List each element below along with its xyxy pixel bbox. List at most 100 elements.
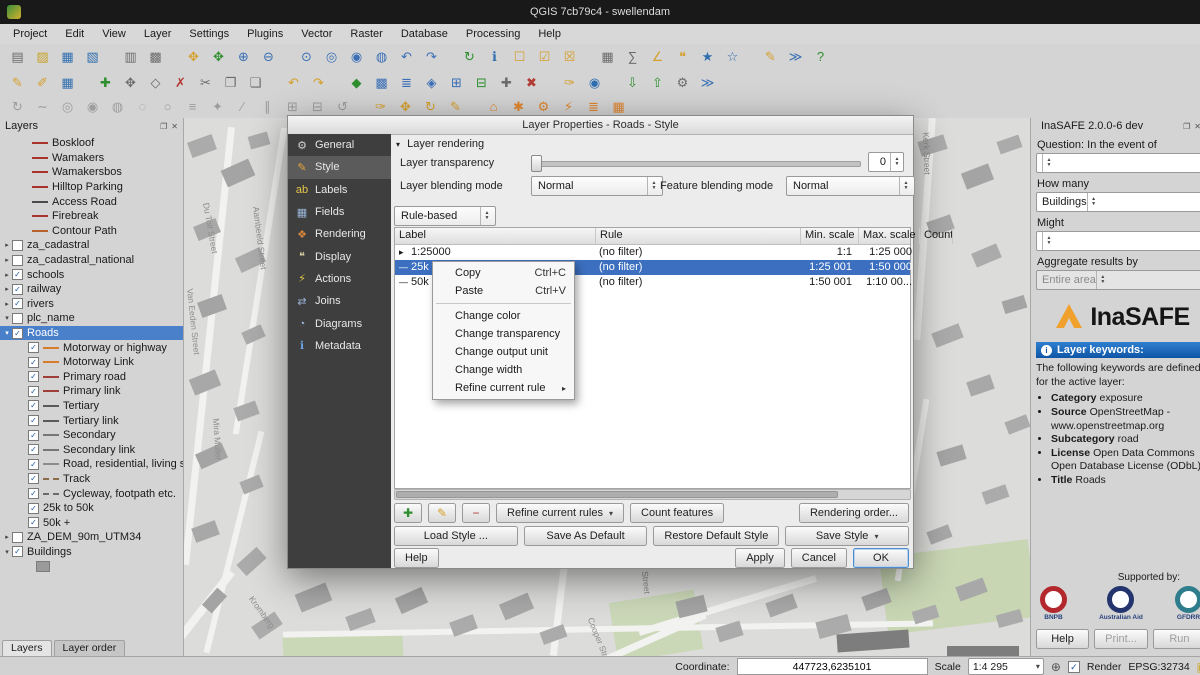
merge-features-icon[interactable]: ⊞: [280, 97, 305, 117]
plugin-manager-icon[interactable]: ⚙: [670, 73, 695, 93]
toggle-editing-icon[interactable]: ✐: [30, 73, 55, 93]
expander-icon[interactable]: ▾: [2, 314, 12, 322]
refine-rules-button[interactable]: Refine current rules: [496, 503, 624, 523]
pan-to-selection-icon[interactable]: ✥: [206, 47, 231, 67]
combo-arrows-icon[interactable]: [1042, 154, 1055, 172]
layer-item[interactable]: ✓ 50k +: [0, 515, 183, 530]
layer-item[interactable]: Boskloof: [0, 136, 183, 151]
menu-item-paste[interactable]: Paste Ctrl+V: [433, 282, 574, 300]
layer-crs-icon[interactable]: ◉: [582, 73, 607, 93]
deselect-all-icon[interactable]: ☒: [557, 47, 582, 67]
layer-checkbox[interactable]: ✓: [28, 400, 39, 411]
new-bookmark-icon[interactable]: ★: [695, 47, 720, 67]
layer-checkbox[interactable]: ✓: [12, 328, 23, 339]
inasafe-impact-icon[interactable]: ⚡: [556, 97, 581, 117]
menu-item-copy[interactable]: Copy Ctrl+C: [433, 264, 574, 282]
reshape-features-icon[interactable]: ✦: [205, 97, 230, 117]
layer-item[interactable]: ✓ Secondary: [0, 428, 183, 443]
layer-item[interactable]: ▾ ✓ Roads: [0, 326, 183, 341]
expander-icon[interactable]: ▾: [2, 329, 12, 337]
layer-checkbox[interactable]: ✓: [28, 459, 39, 470]
add-delimited-text-layer-icon[interactable]: ⊟: [469, 73, 494, 93]
new-project-icon[interactable]: ▤: [5, 47, 30, 67]
layer-checkbox[interactable]: ✓: [28, 503, 39, 514]
coordinate-input[interactable]: [737, 658, 928, 675]
messages-icon[interactable]: ▣: [1197, 660, 1200, 674]
panel-float-icon[interactable]: ❐: [1183, 122, 1190, 131]
pan-map-icon[interactable]: ✥: [181, 47, 206, 67]
label-rotate-icon[interactable]: ↻: [418, 97, 443, 117]
delete-ring-icon[interactable]: ◌: [130, 97, 155, 117]
layer-checkbox[interactable]: ✓: [28, 357, 39, 368]
render-checkbox[interactable]: ✓: [1068, 661, 1080, 673]
save-project-icon[interactable]: ▦: [55, 47, 80, 67]
save-as-default-button[interactable]: Save As Default: [524, 526, 648, 546]
add-raster-layer-icon[interactable]: ▩: [369, 73, 394, 93]
cancel-button[interactable]: Cancel: [791, 548, 847, 568]
fill-ring-icon[interactable]: ◍: [105, 97, 130, 117]
layer-item[interactable]: ✓ Primary link: [0, 384, 183, 399]
panel-tab[interactable]: Layer order: [54, 640, 126, 656]
measure-line-icon[interactable]: ∠: [645, 47, 670, 67]
menu-item[interactable]: Layer: [135, 26, 181, 42]
menu-item-change-output-unit[interactable]: Change output unit: [433, 343, 574, 361]
properties-tab[interactable]: ✎ Style: [288, 156, 391, 178]
layer-item[interactable]: ▸ ✓ rivers: [0, 297, 183, 312]
layer-checkbox[interactable]: ✓: [28, 430, 39, 441]
properties-tab[interactable]: ab Labels: [288, 179, 391, 201]
layer-item[interactable]: [0, 559, 183, 574]
layer-checkbox[interactable]: ✓: [28, 371, 39, 382]
save-project-as-icon[interactable]: ▧: [80, 47, 105, 67]
layer-item[interactable]: ▸ ZA_DEM_90m_UTM34: [0, 530, 183, 545]
zoom-to-selection-icon[interactable]: ◉: [344, 47, 369, 67]
layer-item[interactable]: ✓ Tertiary link: [0, 413, 183, 428]
properties-tab[interactable]: ▦ Fields: [288, 201, 391, 223]
panel-close-icon[interactable]: ✕: [1194, 122, 1200, 131]
inasafe-options-icon[interactable]: ⚙: [531, 97, 556, 117]
properties-tab[interactable]: ⚡ Actions: [288, 268, 391, 290]
layer-item[interactable]: ✓ Tertiary: [0, 399, 183, 414]
save-style-button[interactable]: Save Style: [785, 526, 909, 546]
layer-item[interactable]: Firebreak: [0, 209, 183, 224]
add-feature-icon[interactable]: ✚: [93, 73, 118, 93]
combo-arrows-icon[interactable]: [1087, 193, 1100, 211]
remove-layer-icon[interactable]: ✖: [519, 73, 544, 93]
expander-icon[interactable]: ▸: [2, 285, 12, 293]
osm-download-icon[interactable]: ⇩: [620, 73, 645, 93]
apply-button[interactable]: Apply: [735, 548, 785, 568]
layer-checkbox[interactable]: ✓: [28, 473, 39, 484]
new-shapefile-layer-icon[interactable]: ✚: [494, 73, 519, 93]
horizontal-scrollbar[interactable]: [394, 489, 911, 500]
exposure-select[interactable]: Buildings: [1036, 192, 1200, 212]
label-properties-icon[interactable]: ✎: [443, 97, 468, 117]
combo-arrows-icon[interactable]: [1096, 271, 1109, 289]
delete-selected-icon[interactable]: ✗: [168, 73, 193, 93]
show-bookmarks-icon[interactable]: ☆: [720, 47, 745, 67]
layer-item[interactable]: ✓ Motorway Link: [0, 355, 183, 370]
split-features-icon[interactable]: ∕: [230, 97, 255, 117]
map-tips-icon[interactable]: ❝: [670, 47, 695, 67]
inasafe-batch-icon[interactable]: ≣: [581, 97, 606, 117]
count-features-button[interactable]: Count features: [630, 503, 724, 523]
layer-item[interactable]: ▸ ✓ railway: [0, 282, 183, 297]
layer-checkbox[interactable]: ✓: [28, 415, 39, 426]
add-rule-button[interactable]: ✚: [394, 503, 422, 523]
remove-rule-button[interactable]: −: [462, 503, 490, 523]
expander-icon[interactable]: ▸: [2, 256, 12, 264]
properties-tab[interactable]: ⚙ General: [288, 134, 391, 156]
inasafe-save-icon[interactable]: ▦: [606, 97, 631, 117]
layer-checkbox[interactable]: [12, 532, 23, 543]
open-project-icon[interactable]: ▨: [30, 47, 55, 67]
layer-item[interactable]: Access Road: [0, 194, 183, 209]
label-move-icon[interactable]: ✥: [393, 97, 418, 117]
add-ring-icon[interactable]: ◎: [55, 97, 80, 117]
magnifier-icon[interactable]: ⊕: [1051, 660, 1061, 674]
menu-item-refine-current-rule[interactable]: Refine current rule ▸: [433, 379, 574, 397]
expander-icon[interactable]: ▸: [2, 533, 12, 541]
menu-item[interactable]: Plugins: [238, 26, 292, 42]
current-edits-icon[interactable]: ✎: [5, 73, 30, 93]
load-style-button[interactable]: Load Style ...: [394, 526, 518, 546]
layer-checkbox[interactable]: ✓: [12, 269, 23, 280]
properties-tab[interactable]: ℹ Metadata: [288, 335, 391, 357]
layer-item[interactable]: ▸ za_cadastral: [0, 238, 183, 253]
